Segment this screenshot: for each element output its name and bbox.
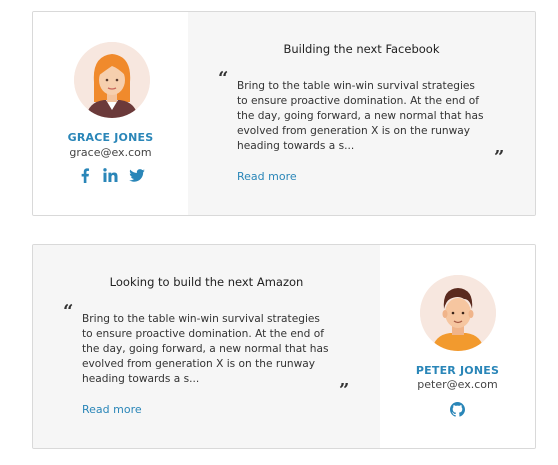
social-links bbox=[33, 167, 188, 183]
avatar bbox=[74, 42, 150, 118]
linkedin-icon[interactable] bbox=[102, 167, 120, 183]
twitter-icon[interactable] bbox=[128, 167, 146, 183]
close-quote-icon: ” bbox=[339, 380, 350, 401]
github-icon[interactable] bbox=[449, 401, 467, 417]
close-quote-icon: ” bbox=[494, 147, 505, 168]
quote-panel: Building the next Facebook “ Bring to th… bbox=[188, 12, 535, 215]
testimonial-card-grace: GRACE JONES grace@ex.com Building the ne… bbox=[32, 11, 536, 216]
read-more-link[interactable]: Read more bbox=[237, 170, 297, 183]
profile-panel: PETER JONES peter@ex.com bbox=[380, 245, 535, 448]
testimonial-title: Looking to build the next Amazon bbox=[109, 275, 304, 289]
quote-panel: Looking to build the next Amazon “ Bring… bbox=[33, 245, 380, 448]
open-quote-icon: “ bbox=[218, 68, 229, 89]
person-email: peter@ex.com bbox=[417, 378, 498, 391]
read-more-link[interactable]: Read more bbox=[82, 403, 142, 416]
woman-avatar-icon bbox=[74, 42, 150, 118]
person-email: grace@ex.com bbox=[69, 146, 152, 159]
testimonial-title: Building the next Facebook bbox=[283, 42, 440, 56]
open-quote-icon: “ bbox=[63, 301, 74, 322]
man-avatar-icon bbox=[420, 275, 496, 351]
testimonial-text: Bring to the table win-win survival stra… bbox=[82, 313, 329, 385]
social-links bbox=[380, 401, 535, 417]
testimonial-text: Bring to the table win-win survival stra… bbox=[237, 80, 484, 152]
profile-panel: GRACE JONES grace@ex.com bbox=[33, 12, 188, 215]
facebook-icon[interactable] bbox=[76, 167, 94, 183]
avatar bbox=[420, 275, 496, 351]
testimonial-card-peter: Looking to build the next Amazon “ Bring… bbox=[32, 244, 536, 449]
person-name: PETER JONES bbox=[415, 364, 500, 377]
person-name: GRACE JONES bbox=[67, 131, 154, 144]
